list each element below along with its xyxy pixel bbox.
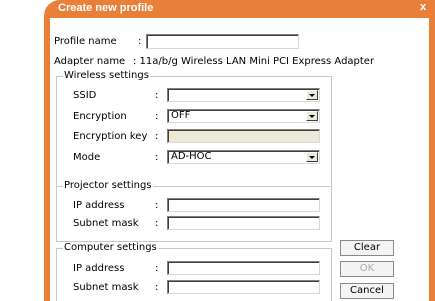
computer-mask-input[interactable] [167,280,320,294]
profile-name-input[interactable] [146,34,299,49]
adapter-name-value: : 11a/b/g Wireless LAN Mini PCI Express … [133,56,375,67]
cancel-button[interactable]: Cancel [340,283,394,299]
projector-mask-input[interactable] [167,216,320,230]
projector-settings-group [56,186,332,242]
projector-mask-colon: : [155,218,159,229]
close-button[interactable]: x [417,1,429,13]
mode-colon: : [155,152,159,163]
encryption-colon: : [155,111,159,122]
computer-mask-label: Subnet mask [73,282,139,293]
chevron-down-icon[interactable] [306,90,318,100]
clear-button[interactable]: Clear [340,240,394,256]
projector-ip-colon: : [155,200,159,211]
profile-name-label: Profile name [54,36,117,47]
window-title: Create new profile [58,2,154,14]
profile-name-colon: : [138,36,142,47]
adapter-name-label: Adapter name [54,56,126,67]
projector-settings-title: Projector settings [63,180,153,191]
dialog-window: Create new profile x Profile name : Adap… [44,0,435,301]
projector-ip-label: IP address [73,200,125,211]
ssid-label: SSID [73,90,97,101]
ssid-select[interactable] [167,88,320,102]
ok-button[interactable]: OK [340,261,394,277]
encryption-key-colon: : [155,131,159,142]
chevron-down-icon[interactable] [306,152,318,162]
dialog-body: Profile name : Adapter name : 11a/b/g Wi… [50,18,429,301]
computer-mask-colon: : [155,282,159,293]
projector-ip-input[interactable] [167,198,320,212]
computer-ip-input[interactable] [167,261,320,275]
mode-label: Mode [73,152,101,163]
encryption-value: OFF [171,110,191,121]
wireless-settings-title: Wireless settings [63,70,150,81]
computer-settings-title: Computer settings [63,242,158,253]
mode-select[interactable]: AD-HOC [167,150,320,164]
computer-ip-label: IP address [73,263,125,274]
projector-mask-label: Subnet mask [73,218,139,229]
chevron-down-icon[interactable] [306,111,318,121]
mode-value: AD-HOC [171,151,212,162]
encryption-label: Encryption [73,111,127,122]
ssid-colon: : [155,90,159,101]
encryption-key-label: Encryption key [73,131,148,142]
encryption-select[interactable]: OFF [167,109,320,123]
encryption-key-input[interactable] [167,129,320,143]
computer-ip-colon: : [155,263,159,274]
